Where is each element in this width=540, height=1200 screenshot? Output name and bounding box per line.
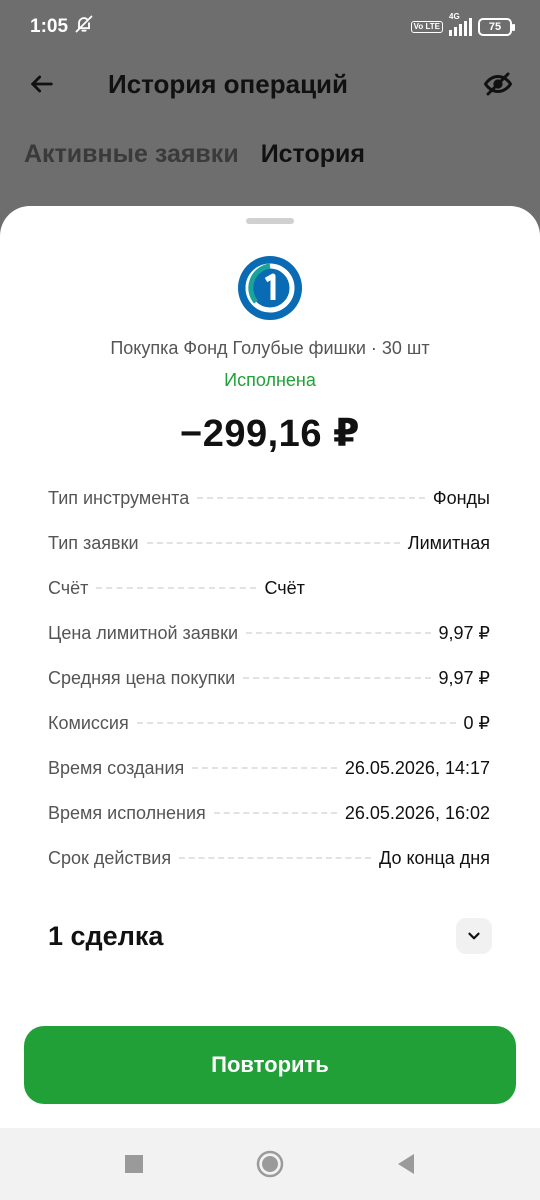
detail-row-created-time: Время создания 26.05.2026, 14:17 <box>48 758 490 803</box>
detail-value: Фонды <box>432 488 490 508</box>
tab-history[interactable]: История <box>261 140 365 169</box>
fund-logo-icon <box>238 256 302 320</box>
status-badge: Исполнена <box>224 370 316 390</box>
eye-off-icon[interactable] <box>480 66 516 102</box>
detail-value: 0 ₽ <box>463 713 490 733</box>
operation-amount: −299,16 ₽ <box>180 413 360 455</box>
dotted-leader <box>213 812 337 814</box>
detail-value: 9,97 ₽ <box>438 623 491 643</box>
arrow-left-icon[interactable] <box>24 66 60 102</box>
detail-key: Тип инструмента <box>48 488 190 508</box>
volte-badge: Vo LTE <box>410 21 443 33</box>
detail-row-commission: Комиссия 0 ₽ <box>48 713 490 758</box>
back-triangle-icon[interactable] <box>388 1146 424 1182</box>
detail-key: Тип заявки <box>48 533 139 553</box>
status-left: 1:05 <box>30 14 94 40</box>
detail-key: Срок действия <box>48 848 172 868</box>
operation-subtitle: Покупка Фонд Голубые фишки · 30 шт <box>110 338 430 358</box>
clock: 1:05 <box>30 16 69 37</box>
detail-key: Цена лимитной заявки <box>48 623 239 643</box>
detail-value: Счёт <box>264 578 305 598</box>
operation-details-sheet: Покупка Фонд Голубые фишки · 30 шт Испол… <box>0 206 540 1128</box>
details-list: Тип инструмента Фонды Тип заявки Лимитна… <box>48 488 490 893</box>
detail-key: Комиссия <box>48 713 129 733</box>
detail-row-instrument-type: Тип инструмента Фонды <box>48 488 490 533</box>
deals-label: 1 сделка <box>48 920 164 951</box>
detail-value: 26.05.2026, 16:02 <box>344 803 490 823</box>
dotted-leader <box>96 587 257 589</box>
tab-active-orders[interactable]: Активные заявки <box>24 140 239 169</box>
detail-value: До конца дня <box>379 848 490 868</box>
recents-icon[interactable] <box>116 1146 152 1182</box>
detail-key: Время исполнения <box>48 803 206 823</box>
detail-row-validity: Срок действия До конца дня <box>48 848 490 893</box>
detail-value: 26.05.2026, 14:17 <box>344 758 490 778</box>
home-icon[interactable] <box>252 1146 288 1182</box>
battery-level: 75 <box>488 21 502 33</box>
dotted-leader <box>179 857 372 859</box>
app-bar: История операций <box>0 54 540 114</box>
detail-key: Средняя цена покупки <box>48 668 236 688</box>
dotted-leader <box>246 632 431 634</box>
dotted-leader <box>197 497 425 499</box>
detail-key: Счёт <box>48 578 89 598</box>
detail-value: Лимитная <box>407 533 490 553</box>
dotted-leader <box>243 677 431 679</box>
system-nav-bar <box>0 1128 540 1200</box>
signal-icon: 4G <box>449 12 472 36</box>
dotted-leader <box>192 767 337 769</box>
deals-section[interactable]: 1 сделка <box>48 918 492 954</box>
tabs: Активные заявки История <box>24 140 365 169</box>
detail-row-order-type: Тип заявки Лимитная <box>48 533 490 578</box>
detail-row-limit-price: Цена лимитной заявки 9,97 ₽ <box>48 623 490 668</box>
chevron-down-icon[interactable] <box>456 918 492 954</box>
dotted-leader <box>146 542 400 544</box>
status-right: Vo LTE 4G 75 <box>410 12 515 36</box>
battery-icon: 75 <box>478 18 515 36</box>
sheet-drag-handle[interactable] <box>246 218 294 224</box>
status-bar: 1:05 Vo LTE 4G 75 <box>0 0 540 54</box>
network-type: 4G <box>449 12 460 21</box>
page-title: История операций <box>108 68 349 99</box>
dotted-leader <box>136 722 456 724</box>
detail-value: 9,97 ₽ <box>438 668 491 688</box>
detail-key: Время создания <box>48 758 185 778</box>
detail-row-average-price: Средняя цена покупки 9,97 ₽ <box>48 668 490 713</box>
detail-row-account: Счёт Счёт <box>48 578 490 623</box>
detail-row-executed-time: Время исполнения 26.05.2026, 16:02 <box>48 803 490 848</box>
bell-off-icon <box>74 14 94 40</box>
repeat-button[interactable]: Повторить <box>24 1026 516 1104</box>
